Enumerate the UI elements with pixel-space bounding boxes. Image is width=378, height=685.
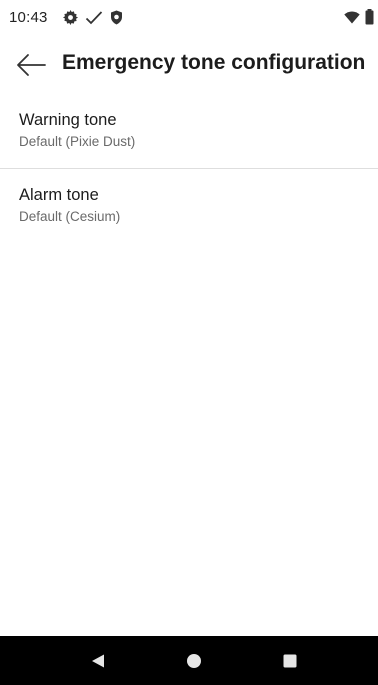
screen: 10:43 Emergency tone configuration Warni… — [0, 0, 378, 685]
page-title: Emergency tone configuration — [62, 51, 366, 74]
back-button[interactable] — [12, 48, 48, 82]
preference-summary: Default (Pixie Dust) — [19, 134, 136, 149]
back-triangle-icon — [92, 654, 104, 668]
nav-back-button[interactable] — [82, 645, 114, 677]
warning-tone-preference[interactable]: Warning tone Default (Pixie Dust) — [0, 94, 378, 168]
navigation-bar — [0, 636, 378, 685]
battery-icon — [365, 9, 374, 25]
status-bar: 10:43 — [0, 0, 378, 36]
app-bar: Emergency tone configuration — [0, 36, 378, 94]
arrow-left-icon — [17, 54, 46, 76]
shield-icon — [111, 10, 122, 25]
preference-title: Warning tone — [19, 111, 117, 129]
nav-home-button[interactable] — [178, 645, 210, 677]
nav-recents-button[interactable] — [274, 645, 306, 677]
status-time: 10:43 — [9, 9, 48, 26]
preference-summary: Default (Cesium) — [19, 209, 121, 224]
recents-square-icon — [283, 654, 297, 668]
check-icon — [85, 11, 103, 25]
gear-icon — [63, 10, 78, 25]
preference-title: Alarm tone — [19, 186, 99, 204]
home-circle-icon — [187, 654, 201, 668]
preference-list: Warning tone Default (Pixie Dust) Alarm … — [0, 94, 378, 243]
wifi-icon — [344, 11, 360, 24]
alarm-tone-preference[interactable]: Alarm tone Default (Cesium) — [0, 169, 378, 243]
